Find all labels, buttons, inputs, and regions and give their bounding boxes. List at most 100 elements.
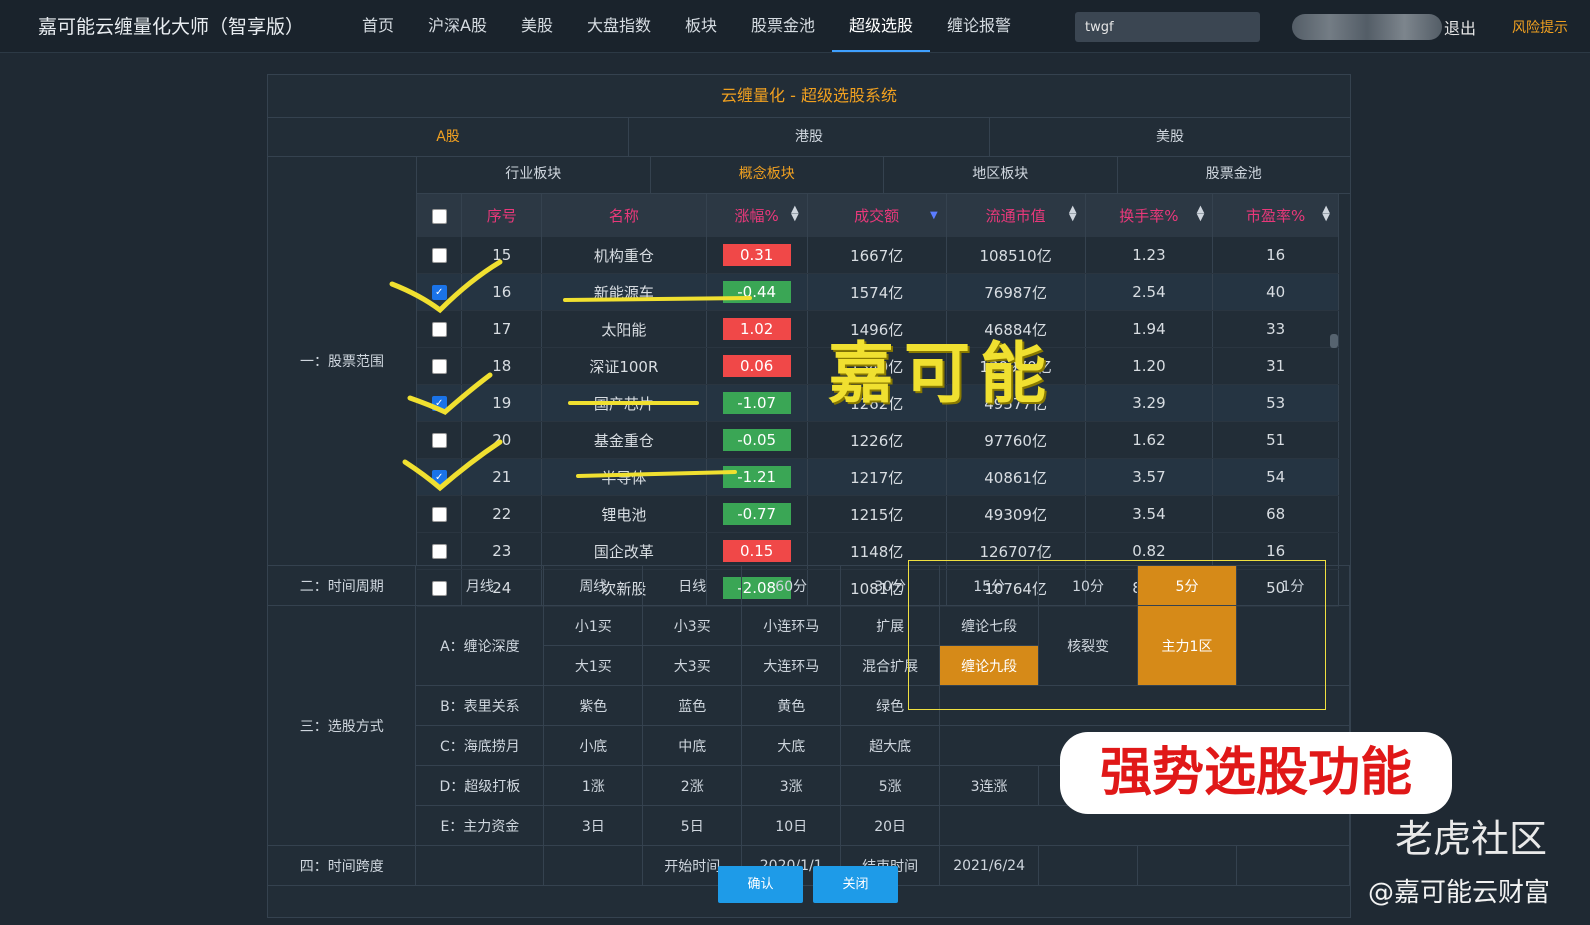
row-checkbox[interactable] — [431, 544, 447, 559]
option-3-consecutive[interactable]: 3连涨 — [939, 765, 1040, 806]
option-main-zone-1[interactable]: 主力1区 — [1137, 605, 1237, 686]
row-checkbox[interactable]: ✓ — [431, 396, 447, 411]
nav-item-chan-alerts[interactable]: 缠论报警 — [930, 0, 1028, 52]
search-input[interactable] — [1075, 12, 1260, 42]
row-name[interactable]: 半导体 — [541, 458, 707, 496]
period-10min[interactable]: 10分 — [1038, 566, 1139, 606]
col-header-market-cap[interactable]: 流通市值 ▲ ▼ — [946, 194, 1086, 237]
option-blue[interactable]: 蓝色 — [642, 685, 743, 726]
row-checkbox[interactable] — [431, 507, 447, 522]
col-header-turnover[interactable]: 换手率% ▲ ▼ — [1085, 194, 1214, 237]
option-small-combo[interactable]: 小连环马 — [741, 605, 842, 646]
option-purple[interactable]: 紫色 — [543, 685, 644, 726]
confirm-button[interactable]: 确认 — [718, 866, 803, 903]
nav-item-sectors[interactable]: 板块 — [668, 0, 734, 52]
option-20-day[interactable]: 20日 — [840, 805, 941, 846]
close-button[interactable]: 关闭 — [813, 866, 898, 903]
sort-icon[interactable]: ▲ ▼ — [1197, 205, 1205, 223]
nav-item-a-shares[interactable]: 沪深A股 — [411, 0, 504, 52]
period-weekly[interactable]: 周线 — [543, 566, 644, 606]
nav-item-us-stocks[interactable]: 美股 — [504, 0, 570, 52]
table-row[interactable]: 20 基金重仓 -0.05 1226亿 97760亿 1.62 51 — [417, 421, 1339, 459]
col-header-name[interactable]: 名称 — [541, 194, 707, 237]
end-time-value[interactable]: 2021/6/24 — [939, 845, 1040, 886]
col-header-pe[interactable]: 市盈率% ▲ ▼ — [1212, 194, 1339, 237]
row-name[interactable]: 锂电池 — [541, 495, 707, 533]
row-checkbox-cell[interactable] — [417, 310, 463, 348]
period-daily[interactable]: 日线 — [642, 566, 743, 606]
option-5-day[interactable]: 5日 — [642, 805, 743, 846]
row-name[interactable]: 机构重仓 — [541, 237, 707, 274]
option-mixed-extend[interactable]: 混合扩展 — [840, 645, 941, 686]
option-3-rise[interactable]: 3涨 — [741, 765, 842, 806]
option-green[interactable]: 绿色 — [840, 685, 941, 726]
row-checkbox-cell[interactable] — [417, 237, 463, 274]
select-all-cell[interactable] — [417, 194, 463, 237]
period-30min[interactable]: 30分 — [840, 566, 941, 606]
sort-desc-icon[interactable]: ▼ — [930, 210, 938, 221]
option-chan-7[interactable]: 缠论七段 — [939, 605, 1040, 646]
sort-icon[interactable]: ▲ ▼ — [1322, 205, 1330, 223]
table-row[interactable]: 15 机构重仓 0.31 1667亿 108510亿 1.23 16 — [417, 237, 1339, 274]
sort-icon[interactable]: ▲ ▼ — [1069, 205, 1077, 223]
col-header-no[interactable]: 序号 — [461, 194, 543, 237]
select-all-checkbox[interactable] — [431, 208, 447, 224]
col-header-change[interactable]: 涨幅% ▲ ▼ — [706, 194, 808, 237]
logout-link[interactable]: 退出 — [1444, 15, 1476, 39]
option-1-rise[interactable]: 1涨 — [543, 765, 644, 806]
option-yellow[interactable]: 黄色 — [741, 685, 842, 726]
option-5-rise[interactable]: 5涨 — [840, 765, 941, 806]
option-2-rise[interactable]: 2涨 — [642, 765, 743, 806]
option-big-3-buy[interactable]: 大3买 — [642, 645, 743, 686]
row-name[interactable]: 基金重仓 — [541, 421, 707, 459]
subtab-stock-pool[interactable]: 股票金池 — [1118, 156, 1351, 193]
row-checkbox[interactable]: ✓ — [431, 470, 447, 485]
subtab-region[interactable]: 地区板块 — [884, 156, 1118, 193]
period-15min[interactable]: 15分 — [939, 566, 1040, 606]
option-chan-9[interactable]: 缠论九段 — [939, 645, 1040, 686]
option-super-bottom[interactable]: 超大底 — [840, 725, 941, 766]
row-checkbox[interactable] — [431, 433, 447, 448]
option-small-bottom[interactable]: 小底 — [543, 725, 644, 766]
tab-a-shares[interactable]: A股 — [268, 118, 629, 156]
table-row[interactable]: ✓ 16 新能源车 -0.44 1574亿 76987亿 2.54 40 — [417, 273, 1339, 311]
row-checkbox-cell[interactable] — [417, 495, 463, 533]
col-header-volume[interactable]: 成交额 ▼ — [807, 194, 947, 237]
option-extend[interactable]: 扩展 — [840, 605, 941, 646]
period-5min[interactable]: 5分 — [1137, 566, 1237, 606]
option-big-combo[interactable]: 大连环马 — [741, 645, 842, 686]
option-small-1-buy[interactable]: 小1买 — [543, 605, 644, 646]
table-row[interactable]: 22 锂电池 -0.77 1215亿 49309亿 3.54 68 — [417, 495, 1339, 533]
tab-us-shares[interactable]: 美股 — [990, 118, 1350, 156]
option-small-3-buy[interactable]: 小3买 — [642, 605, 743, 646]
sort-icon[interactable]: ▲ ▼ — [791, 205, 799, 223]
period-monthly[interactable]: 月线 — [415, 566, 545, 606]
nav-item-home[interactable]: 首页 — [345, 0, 411, 52]
row-name[interactable]: 太阳能 — [541, 310, 707, 348]
subtab-concept[interactable]: 概念板块 — [651, 156, 884, 193]
option-mid-bottom[interactable]: 中底 — [642, 725, 743, 766]
row-checkbox-cell[interactable] — [417, 532, 463, 570]
risk-warning-link[interactable]: 风险提示 — [1512, 17, 1568, 37]
row-checkbox[interactable] — [431, 359, 447, 374]
period-60min[interactable]: 60分 — [741, 566, 842, 606]
row-checkbox-cell[interactable]: ✓ — [417, 273, 463, 311]
table-row[interactable]: ✓ 21 半导体 -1.21 1217亿 40861亿 3.57 54 — [417, 458, 1339, 496]
option-10-day[interactable]: 10日 — [741, 805, 842, 846]
subtab-industry[interactable]: 行业板块 — [417, 156, 651, 193]
table-scrollbar[interactable] — [1330, 334, 1338, 348]
row-checkbox[interactable]: ✓ — [431, 285, 447, 300]
nav-item-index[interactable]: 大盘指数 — [570, 0, 668, 52]
option-big-bottom[interactable]: 大底 — [741, 725, 842, 766]
option-fission[interactable]: 核裂变 — [1038, 605, 1139, 686]
row-name[interactable]: 国产芯片 — [541, 384, 707, 422]
nav-item-stock-pool[interactable]: 股票金池 — [734, 0, 832, 52]
row-checkbox-cell[interactable] — [417, 347, 463, 385]
option-big-1-buy[interactable]: 大1买 — [543, 645, 644, 686]
row-checkbox-cell[interactable]: ✓ — [417, 458, 463, 496]
tab-hk-shares[interactable]: 港股 — [629, 118, 990, 156]
table-row[interactable]: 23 国企改革 0.15 1148亿 126707亿 0.82 16 — [417, 532, 1339, 570]
row-checkbox[interactable] — [431, 248, 447, 263]
row-name[interactable]: 国企改革 — [541, 532, 707, 570]
row-name[interactable]: 新能源车 — [541, 273, 707, 311]
